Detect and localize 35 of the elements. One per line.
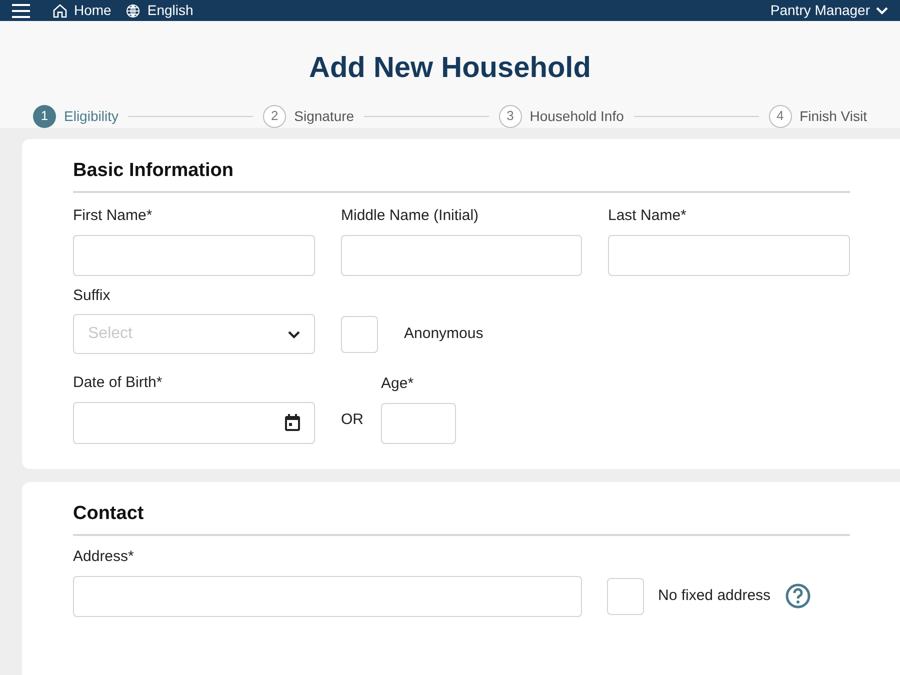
calendar-icon (285, 414, 300, 431)
field-label: Age* (381, 374, 415, 394)
language-link[interactable]: English (125, 0, 194, 21)
chevron-down-icon (876, 6, 888, 16)
page-title: Add New Household (309, 51, 591, 86)
section-heading: Basic Information (73, 156, 850, 193)
text-field[interactable] (73, 576, 582, 616)
date-field[interactable] (73, 402, 315, 444)
menu-icon[interactable] (12, 4, 30, 18)
step[interactable]: 4 Finish Visit (768, 104, 867, 128)
text-field[interactable] (73, 234, 315, 276)
text-field[interactable] (608, 234, 850, 276)
section-heading: Contact (73, 500, 850, 536)
checkbox-label: No fixed address (658, 586, 771, 606)
field-label: First Name* (73, 206, 154, 226)
checkbox[interactable] (341, 316, 378, 352)
home-icon (52, 2, 68, 18)
field-label: Last Name* (608, 206, 688, 226)
help-icon[interactable] (784, 583, 811, 609)
text-field[interactable] (341, 234, 582, 276)
field-label: Middle Name (Initial) (341, 206, 480, 226)
globe-icon (125, 2, 142, 18)
checkbox-label: Anonymous (404, 324, 484, 344)
home-link[interactable]: Home (52, 0, 112, 21)
step[interactable]: 3 Household Info (498, 104, 624, 128)
checkbox[interactable] (607, 578, 644, 614)
field-label: Date of Birth* (73, 373, 164, 393)
user-menu[interactable]: Pantry Manager (770, 0, 888, 21)
step[interactable]: 1 Eligibility (33, 104, 118, 128)
step[interactable]: 2 Signature (263, 104, 354, 128)
text-field[interactable] (381, 402, 456, 444)
chevron-down-icon (288, 330, 300, 338)
or-text: OR (341, 410, 364, 430)
field-label: Address* (73, 547, 135, 567)
field-label: Suffix (73, 286, 112, 306)
